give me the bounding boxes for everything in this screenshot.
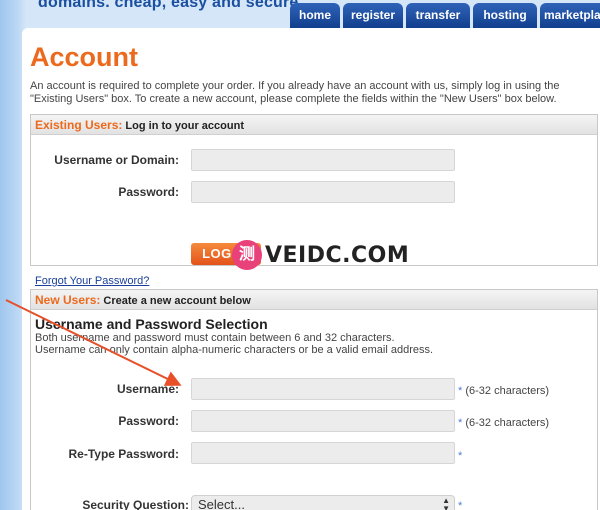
annotation-arrow-icon — [5, 299, 182, 386]
